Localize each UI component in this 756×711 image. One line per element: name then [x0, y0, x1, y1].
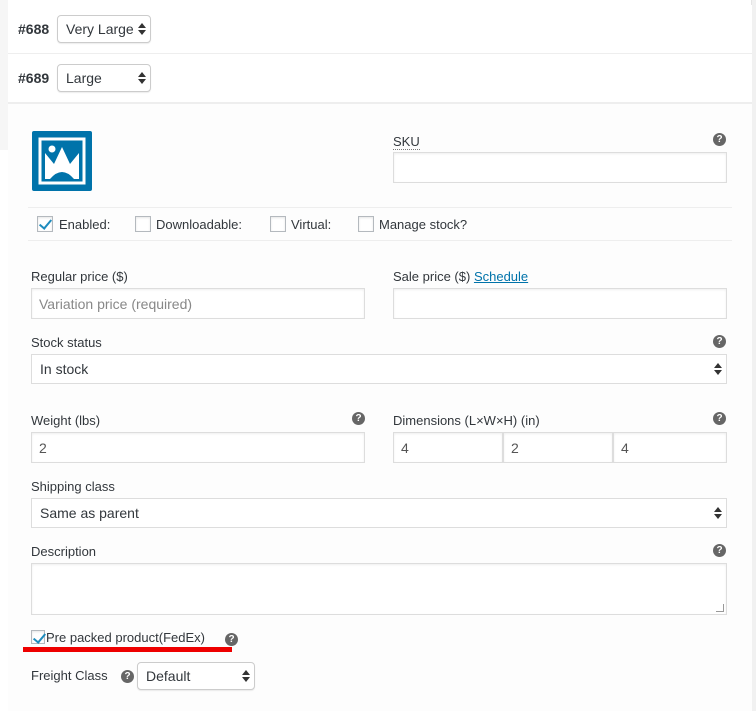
- sku-label: SKU: [393, 134, 420, 150]
- select-arrows-icon: [714, 361, 722, 377]
- select-arrows-icon: [138, 70, 146, 86]
- variation-details: SKU ? Enabled: Downloadable: Virtual: Ma…: [8, 103, 752, 711]
- help-icon[interactable]: ?: [225, 633, 238, 646]
- regular-price-label: Regular price ($): [31, 269, 128, 284]
- sale-price-label: Sale price ($) Schedule: [393, 269, 529, 284]
- red-underline-annotation: [23, 647, 232, 652]
- length-input[interactable]: 4: [393, 432, 503, 463]
- variations-panel: #688 Very Large #689 Large SKU ? Enabled…: [0, 0, 752, 711]
- freight-class-label: Freight Class: [31, 668, 108, 683]
- shipping-class-select[interactable]: Same as parent: [31, 498, 727, 528]
- description-textarea[interactable]: [31, 563, 727, 615]
- help-icon[interactable]: ?: [713, 335, 726, 348]
- help-icon[interactable]: ?: [713, 544, 726, 557]
- left-strip: [0, 0, 8, 150]
- dimensions-label: Dimensions (L×W×H) (in): [393, 413, 540, 428]
- resize-handle-icon[interactable]: [716, 604, 724, 612]
- prepacked-checkbox[interactable]: [31, 630, 45, 644]
- variation-size-select[interactable]: Very Large: [57, 15, 151, 43]
- downloadable-checkbox[interactable]: [135, 216, 151, 232]
- help-icon[interactable]: ?: [713, 133, 726, 146]
- virtual-checkbox[interactable]: [270, 216, 286, 232]
- help-icon[interactable]: ?: [121, 670, 134, 683]
- width-input[interactable]: 2: [503, 432, 613, 463]
- stock-status-select[interactable]: In stock: [31, 354, 727, 384]
- select-arrows-icon: [714, 505, 722, 521]
- help-icon[interactable]: ?: [713, 412, 726, 425]
- image-placeholder-icon: [38, 137, 86, 185]
- variation-image-icon[interactable]: [32, 131, 92, 191]
- enabled-checkbox[interactable]: [37, 216, 53, 232]
- variation-size-select[interactable]: Large: [57, 64, 151, 92]
- downloadable-label: Downloadable:: [156, 217, 243, 232]
- select-arrows-icon: [242, 668, 250, 684]
- weight-label: Weight (lbs): [31, 413, 101, 428]
- manage-stock-checkbox[interactable]: [358, 216, 374, 232]
- stock-status-label: Stock status: [31, 335, 102, 350]
- variation-number: #688: [18, 21, 50, 37]
- regular-price-input[interactable]: Variation price (required): [31, 288, 365, 319]
- weight-input[interactable]: 2: [31, 432, 365, 463]
- virtual-label: Virtual:: [291, 217, 332, 232]
- variation-row-688[interactable]: #688 Very Large: [8, 5, 752, 54]
- sku-input[interactable]: [393, 152, 727, 183]
- shipping-class-label: Shipping class: [31, 479, 115, 494]
- sale-price-input[interactable]: [393, 288, 727, 319]
- manage-stock-label: Manage stock?: [379, 217, 468, 232]
- variation-number: #689: [18, 70, 50, 86]
- enabled-label: Enabled:: [59, 217, 111, 232]
- select-arrows-icon: [138, 21, 146, 37]
- variation-row-689[interactable]: #689 Large: [8, 54, 752, 103]
- freight-class-select[interactable]: Default: [137, 662, 255, 690]
- help-icon[interactable]: ?: [352, 412, 365, 425]
- height-input[interactable]: 4: [613, 432, 727, 463]
- prepacked-label: Pre packed product(FedEx): [46, 630, 205, 645]
- options-checkbox-row: Enabled: Downloadable: Virtual: Manage s…: [28, 207, 732, 241]
- schedule-link[interactable]: Schedule: [474, 269, 528, 284]
- description-label: Description: [31, 544, 97, 559]
